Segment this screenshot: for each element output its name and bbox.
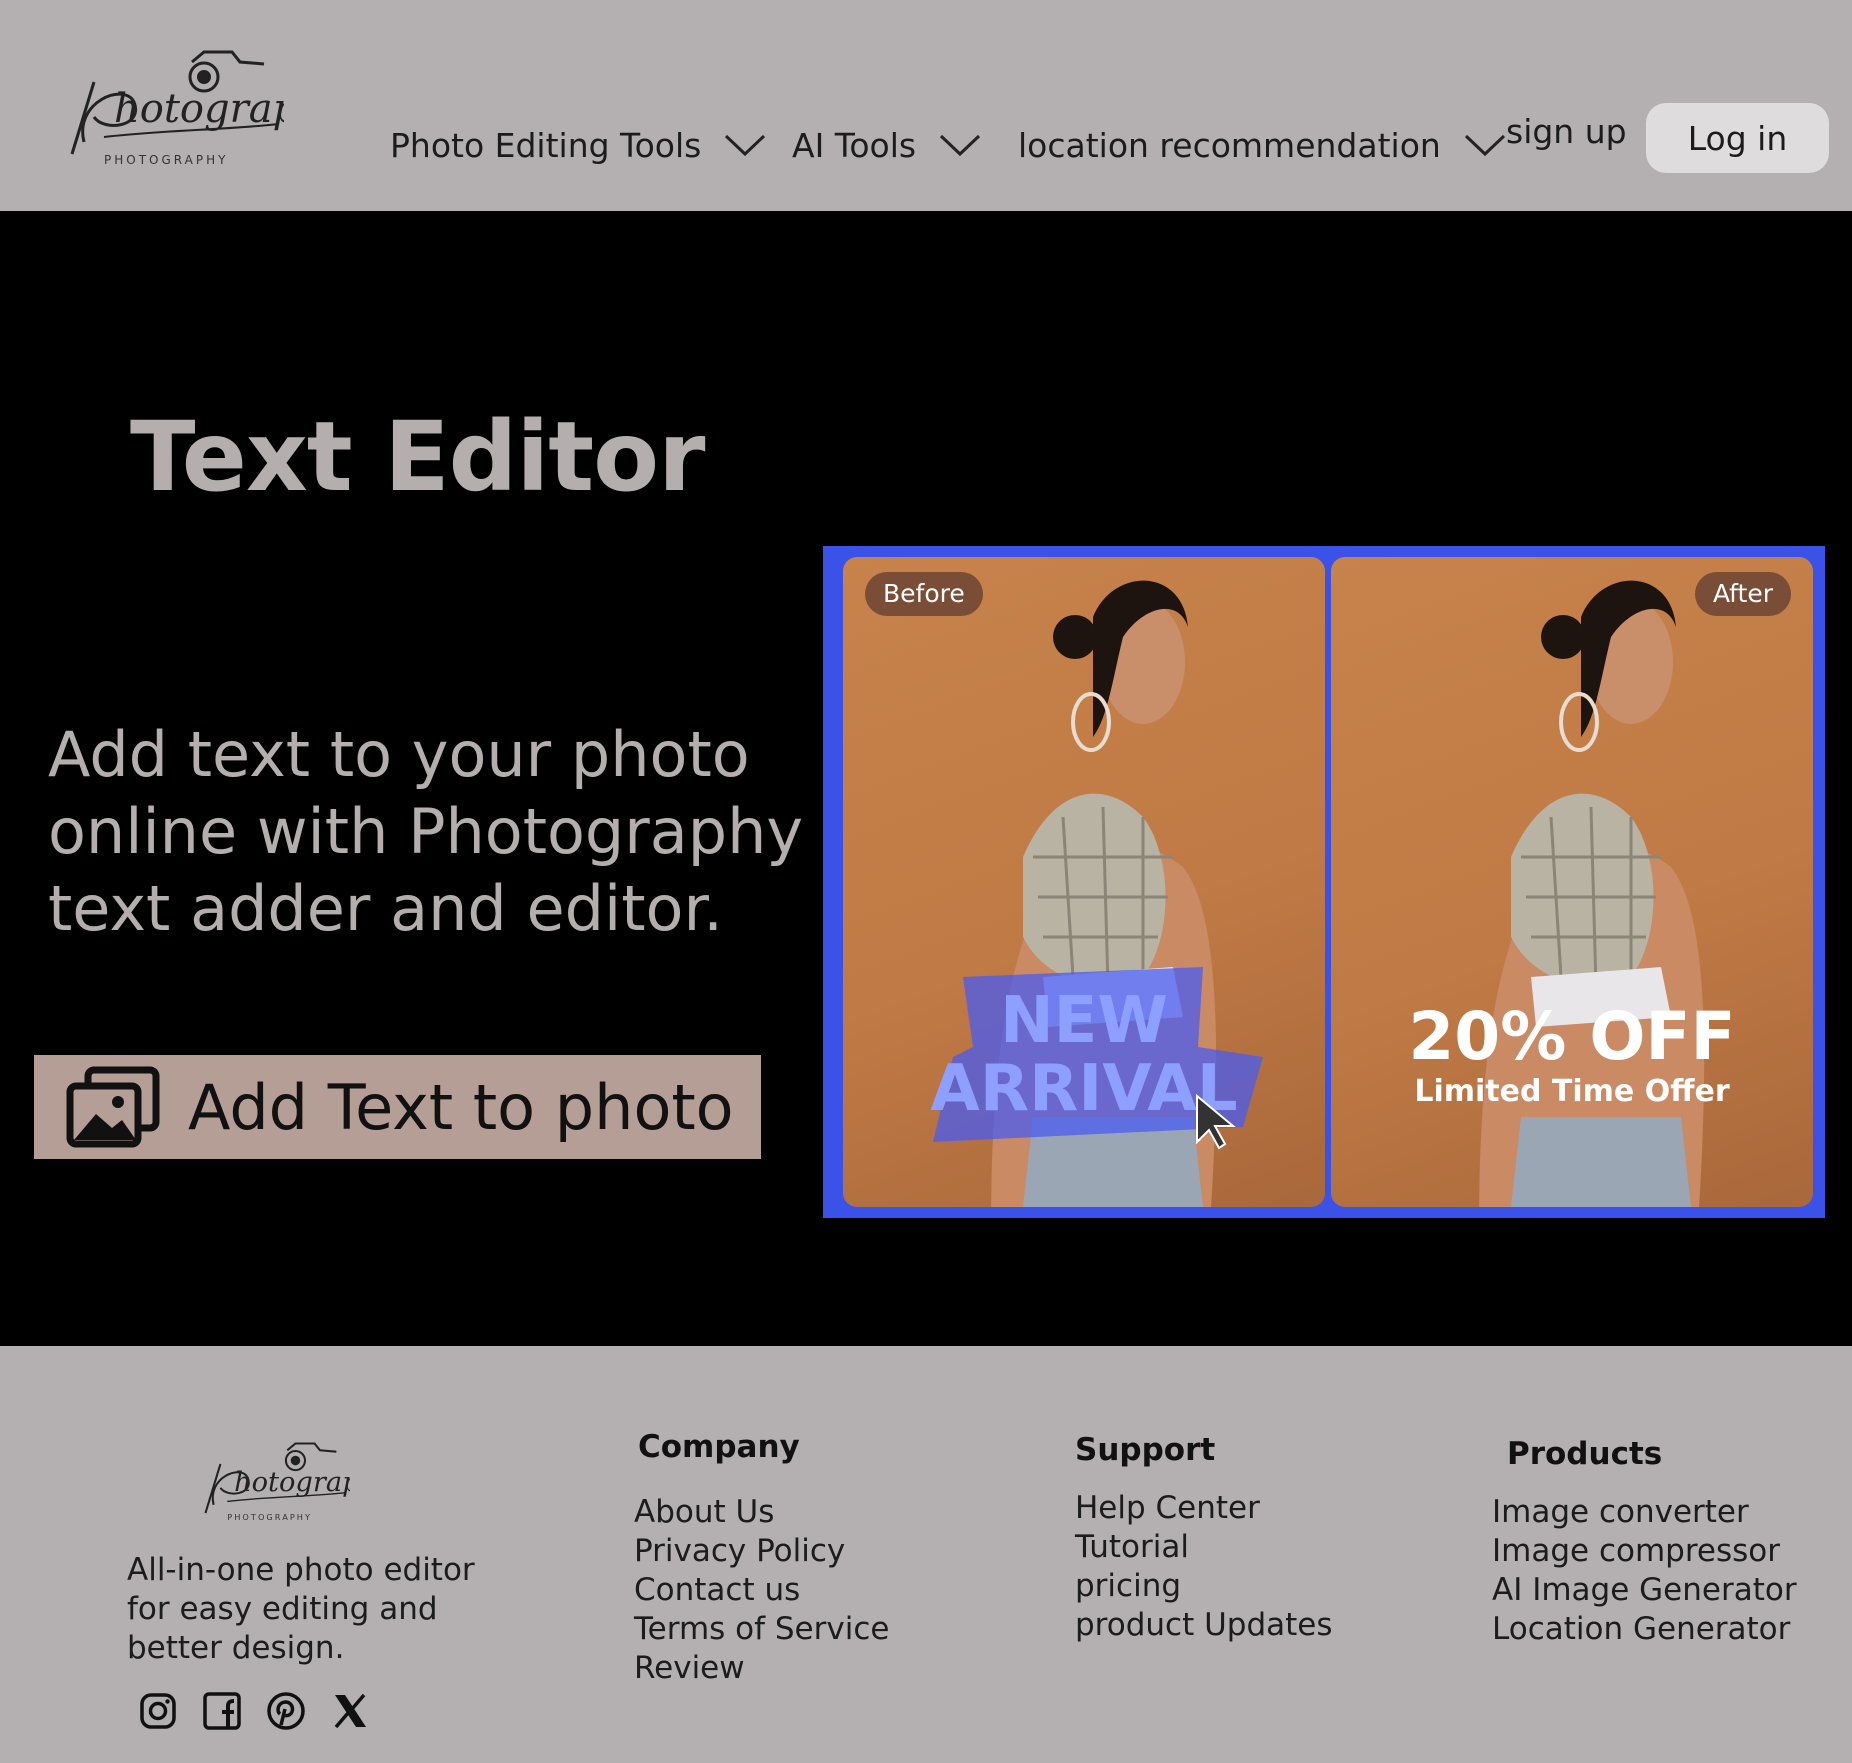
pinterest-icon[interactable] <box>266 1691 306 1731</box>
login-button[interactable]: Log in <box>1646 103 1829 173</box>
page-title: Text Editor <box>130 401 705 513</box>
footer-link-terms-of-service[interactable]: Terms of Service <box>634 1610 889 1649</box>
footer-link-location-generator[interactable]: Location Generator <box>1492 1610 1797 1649</box>
after-image: 20% OFF Limited Time Offer After <box>1331 557 1813 1207</box>
footer-link-image-compressor[interactable]: Image compressor <box>1492 1532 1797 1571</box>
instagram-icon[interactable] <box>138 1691 178 1731</box>
cta-label: Add Text to photo <box>188 1070 734 1144</box>
footer-link-privacy-policy[interactable]: Privacy Policy <box>634 1532 889 1571</box>
footer-link-review[interactable]: Review <box>634 1649 889 1688</box>
chevron-down-icon <box>725 134 766 157</box>
svg-text:PHOTOGRAPHY: PHOTOGRAPHY <box>104 153 228 167</box>
svg-text:PHOTOGRAPHY: PHOTOGRAPHY <box>227 1512 312 1522</box>
nav-label: Photo Editing Tools <box>390 125 702 165</box>
nav-ai-tools[interactable]: AI Tools <box>792 120 982 170</box>
overlay-new: NEW <box>1000 984 1168 1058</box>
footer-link-tutorial[interactable]: Tutorial <box>1075 1528 1333 1567</box>
signup-link[interactable]: sign up <box>1506 112 1627 151</box>
before-badge: Before <box>865 572 983 616</box>
footer-link-about-us[interactable]: About Us <box>634 1493 889 1532</box>
footer-heading-company: Company <box>638 1429 800 1465</box>
site-footer: hotography PHOTOGRAPHY All-in-one photo … <box>0 1346 1852 1763</box>
footer-support-links: Help Center Tutorial pricing product Upd… <box>1075 1489 1333 1645</box>
add-text-to-photo-button[interactable]: Add Text to photo <box>34 1055 761 1159</box>
facebook-icon[interactable] <box>202 1691 242 1731</box>
camera-logo-icon: hotography PHOTOGRAPHY <box>204 1442 393 1522</box>
footer-link-product-updates[interactable]: product Updates <box>1075 1606 1333 1645</box>
overlay-discount: 20% OFF <box>1408 998 1736 1075</box>
images-icon <box>66 1066 160 1148</box>
chevron-down-icon <box>1464 134 1505 157</box>
before-after-preview: NEW ARRIVAL Before 20% OFF Limited Time … <box>823 546 1825 1218</box>
footer-logo[interactable]: hotography PHOTOGRAPHY <box>200 1436 393 1526</box>
nav-label: location recommendation <box>1018 125 1441 165</box>
overlay-arrival: ARRIVAL <box>930 1052 1238 1126</box>
footer-link-ai-image-generator[interactable]: AI Image Generator <box>1492 1571 1797 1610</box>
nav-location-recommendation[interactable]: location recommendation <box>1018 120 1507 170</box>
after-badge: After <box>1694 572 1791 616</box>
overlay-offer: Limited Time Offer <box>1414 1074 1730 1109</box>
footer-heading-support: Support <box>1075 1432 1216 1468</box>
footer-products-links: Image converter Image compressor AI Imag… <box>1492 1493 1797 1649</box>
chevron-down-icon <box>940 134 981 157</box>
footer-link-help-center[interactable]: Help Center <box>1075 1489 1333 1528</box>
footer-company-links: About Us Privacy Policy Contact us Terms… <box>634 1493 889 1688</box>
social-links <box>138 1691 370 1731</box>
footer-link-contact-us[interactable]: Contact us <box>634 1571 889 1610</box>
hero-subtitle: Add text to your photo online with Photo… <box>48 718 804 945</box>
model-photo <box>1479 580 1705 1207</box>
brand-logo[interactable]: hotography PHOTOGRAPHY <box>64 42 348 172</box>
x-icon[interactable] <box>330 1691 370 1731</box>
nav-label: AI Tools <box>792 125 917 165</box>
site-header: hotography PHOTOGRAPHY Photo Editing Too… <box>0 0 1852 211</box>
footer-heading-products: Products <box>1507 1436 1663 1472</box>
footer-description: All-in-one photo editor for easy editing… <box>127 1552 475 1666</box>
before-image: NEW ARRIVAL Before <box>843 557 1325 1207</box>
nav-photo-editing-tools[interactable]: Photo Editing Tools <box>390 120 767 170</box>
cursor-icon <box>1196 1093 1236 1150</box>
camera-logo-icon: hotography PHOTOGRAPHY <box>70 50 348 167</box>
footer-link-image-converter[interactable]: Image converter <box>1492 1493 1797 1532</box>
footer-link-pricing[interactable]: pricing <box>1075 1567 1333 1606</box>
hero-section: Text Editor Add text to your photo onlin… <box>0 211 1852 1346</box>
